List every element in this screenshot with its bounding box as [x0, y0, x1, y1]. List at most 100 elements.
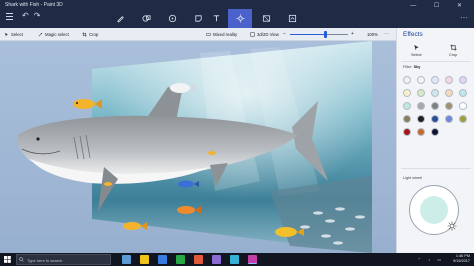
fish-small-2[interactable] [208, 151, 216, 155]
filter-swatch-18[interactable] [431, 115, 439, 123]
canvas-scene[interactable] [0, 41, 396, 253]
clock-date: 9/15/2017 [453, 259, 470, 263]
filter-swatch-3[interactable] [431, 76, 439, 84]
filter-swatch-6[interactable] [403, 89, 411, 97]
light-wheel-label: Light wheel [403, 176, 423, 180]
filter-swatch-10[interactable] [459, 89, 467, 97]
light-wheel-center [420, 196, 448, 224]
taskbar-app-icon-1[interactable] [122, 255, 131, 264]
windows-taskbar: Type here to search ⌃ ♪ ▭ 1:46 PM 9/15/2… [0, 253, 474, 266]
zoom-in-icon[interactable]: + [351, 31, 354, 37]
app-toolbar: Shark with Fish - Paint 3D ↶↷ — ☐ ✕ ··· [0, 0, 474, 28]
taskbar-app-icon-3[interactable] [158, 255, 167, 264]
search-icon [19, 257, 24, 262]
sticker-icon [194, 15, 202, 22]
brush-icon [116, 16, 124, 23]
taskbar-search-input[interactable]: Type here to search [16, 254, 111, 265]
filter-swatch-22[interactable] [417, 128, 425, 136]
filter-swatch-21[interactable] [403, 128, 411, 136]
crop-icon [450, 44, 457, 51]
crop-button[interactable]: Crop [82, 32, 98, 37]
cube-icon [168, 14, 176, 23]
filter-swatch-grid [403, 76, 469, 136]
undo-redo-icons[interactable]: ↶↷ [22, 11, 45, 20]
switch-view-label: 3d/2D View [257, 32, 279, 37]
effects-icon [235, 14, 245, 23]
window-title: Shark with Fish - Paint 3D [5, 2, 63, 8]
magic-select-button[interactable]: Magic select [38, 32, 69, 37]
more-zoom-icon[interactable]: ⋯ [384, 31, 389, 37]
taskbar-app-icon-6[interactable] [212, 255, 221, 264]
crop-icon [82, 32, 87, 37]
select-arrow-icon [414, 44, 419, 51]
filter-swatch-23[interactable] [431, 128, 439, 136]
filter-swatch-11[interactable] [403, 102, 411, 110]
divider [401, 61, 471, 62]
shapes-2d-icon [141, 15, 151, 22]
select-label: Select [11, 32, 23, 37]
zoom-out-icon[interactable]: – [283, 31, 286, 37]
mixed-reality-icon [206, 33, 211, 36]
mixed-reality-button[interactable]: Mixed reality [206, 32, 237, 37]
filter-swatch-16[interactable] [403, 115, 411, 123]
select-arrow-icon [4, 32, 9, 37]
crop-label: Crop [89, 32, 99, 37]
taskbar-app-icon-5[interactable] [194, 255, 203, 264]
panel-crop-label: Crop [449, 53, 458, 57]
text-tool-button[interactable] [204, 9, 228, 28]
fish-small-1[interactable] [104, 182, 112, 186]
filter-swatch-1[interactable] [403, 76, 411, 84]
switch-view-button[interactable]: 3d/2D View [250, 32, 279, 37]
zoom-slider-fill [290, 34, 326, 36]
filter-swatch-5[interactable] [459, 76, 467, 84]
taskbar-app-icon-7[interactable] [230, 255, 239, 264]
canvas-icon [262, 15, 270, 22]
more-options-icon[interactable]: ··· [460, 13, 468, 22]
light-wheel[interactable] [409, 185, 459, 235]
view-3d-icon [250, 32, 255, 37]
taskbar-app-icon-2[interactable] [140, 255, 149, 264]
taskbar-app-icon-8[interactable] [248, 255, 257, 264]
zoom-percent: 100% [367, 32, 378, 37]
divider [401, 168, 471, 169]
magic-select-icon [38, 32, 43, 37]
canvas-area[interactable] [0, 41, 396, 253]
filter-swatch-15[interactable] [459, 102, 467, 110]
zoom-slider-thumb[interactable] [324, 31, 328, 38]
secondary-toolbar: Select Magic select Crop Mixed reality 3… [0, 28, 396, 41]
panel-select-label: Select [411, 53, 422, 57]
effects-panel: Effects Select Crop Filter: Sky Light wh… [396, 28, 474, 253]
cube-tool-button[interactable] [160, 9, 184, 28]
panel-title: Effects [403, 31, 423, 38]
canvas-tool-button[interactable] [254, 9, 278, 28]
window-controls[interactable]: — ☐ ✕ [410, 2, 470, 9]
select-button[interactable]: Select [4, 32, 23, 37]
filter-swatch-20[interactable] [459, 115, 467, 123]
filter-swatch-4[interactable] [445, 76, 453, 84]
filter-swatch-8[interactable] [431, 89, 439, 97]
taskbar-app-icon-4[interactable] [176, 255, 185, 264]
menu-icon[interactable] [6, 13, 13, 20]
filter-swatch-19[interactable] [445, 115, 453, 123]
tray-icons[interactable]: ⌃ ♪ ▭ [418, 257, 444, 262]
remix-icon [288, 14, 296, 23]
filter-swatch-9[interactable] [445, 89, 453, 97]
panel-crop-button[interactable]: Crop [449, 44, 457, 57]
text-icon [213, 15, 219, 22]
windows-start-icon[interactable] [4, 256, 11, 263]
remix-tool-button[interactable] [280, 9, 304, 28]
brush-tool-button[interactable] [108, 9, 132, 28]
filter-swatch-2[interactable] [417, 76, 425, 84]
shapes-2d-tool-button[interactable] [134, 9, 158, 28]
sun-icon[interactable] [447, 221, 457, 231]
clock[interactable]: 1:46 PM 9/15/2017 [453, 254, 470, 264]
effects-tool-button[interactable] [228, 9, 252, 28]
filter-swatch-14[interactable] [445, 102, 453, 110]
mixed-reality-label: Mixed reality [213, 32, 238, 37]
filter-swatch-12[interactable] [417, 102, 425, 110]
magic-select-label: Magic select [45, 32, 69, 37]
filter-swatch-7[interactable] [417, 89, 425, 97]
filter-swatch-13[interactable] [431, 102, 439, 110]
filter-swatch-17[interactable] [417, 115, 425, 123]
panel-select-button[interactable]: Select [411, 44, 422, 57]
